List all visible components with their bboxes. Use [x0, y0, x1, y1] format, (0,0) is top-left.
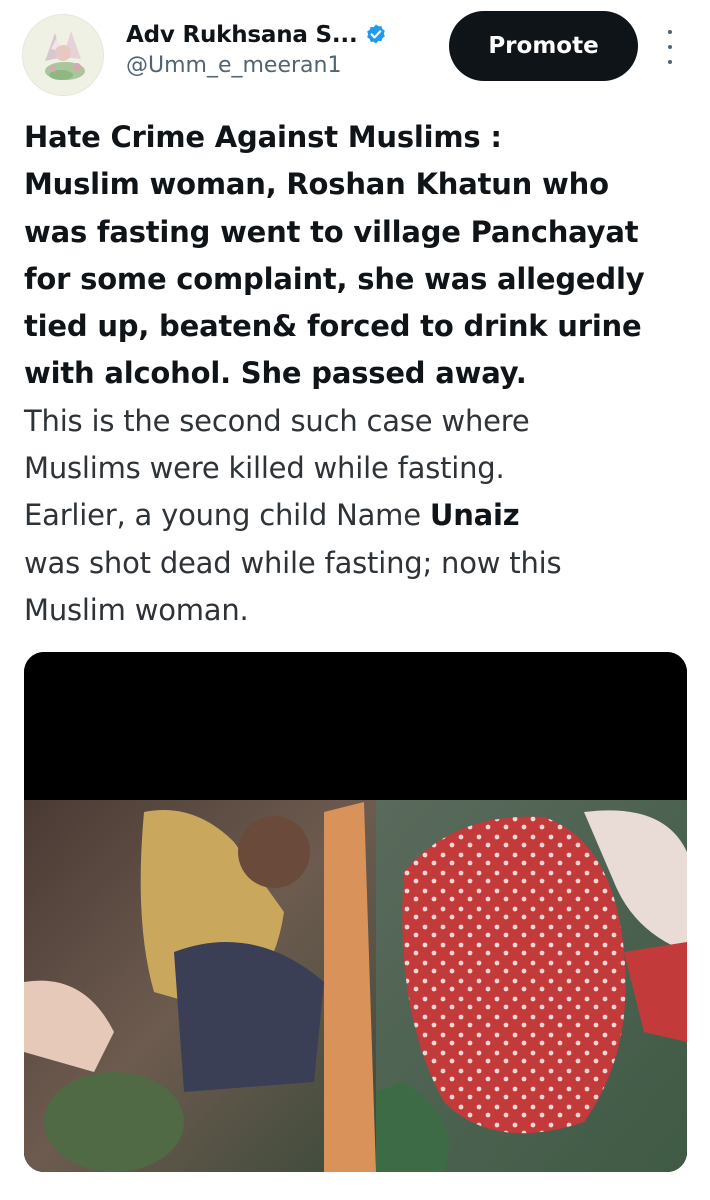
tweet-text: Hate Crime Against Muslims : Muslim woma…: [24, 114, 690, 634]
victim-name: Unaiz: [429, 498, 520, 533]
display-name[interactable]: Adv Rukhsana S...: [126, 22, 358, 48]
tweet-line: Earlier, a young child Name Unaiz: [24, 492, 690, 539]
tweet-line: was fasting went to village Panchayat: [24, 214, 639, 249]
more-dot: [668, 60, 672, 64]
promote-button[interactable]: Promote: [449, 11, 638, 81]
tweet-line: Muslims were killed while fasting.: [24, 451, 505, 486]
verified-badge-icon: [366, 24, 385, 44]
more-dot: [668, 45, 672, 49]
avatar-illustration: [23, 15, 103, 95]
more-dot: [668, 30, 672, 34]
tweet-line: tied up, beaten& forced to drink urine: [24, 309, 642, 344]
video-frame: [24, 652, 687, 1172]
tweet-line: Muslim woman.: [24, 592, 249, 627]
tweet-line: was shot dead while fasting; now this: [24, 545, 562, 580]
tweet-line-prefix: Earlier, a young child Name: [24, 498, 430, 533]
handle[interactable]: @Umm_e_meeran1: [126, 53, 341, 78]
avatar[interactable]: [22, 14, 104, 96]
tweet-line: with alcohol. She passed away.: [24, 356, 527, 391]
video-thumbnail[interactable]: [24, 652, 687, 1172]
tweet-line: This is the second such case where: [24, 403, 530, 438]
tweet-line: for some complaint, she was allegedly: [24, 261, 645, 296]
tweet-line: Muslim woman, Roshan Khatun who: [24, 167, 609, 202]
tweet-line: Hate Crime Against Muslims :: [24, 120, 502, 154]
author-row[interactable]: Adv Rukhsana S...: [126, 18, 388, 52]
more-vertical-icon[interactable]: [660, 30, 680, 64]
